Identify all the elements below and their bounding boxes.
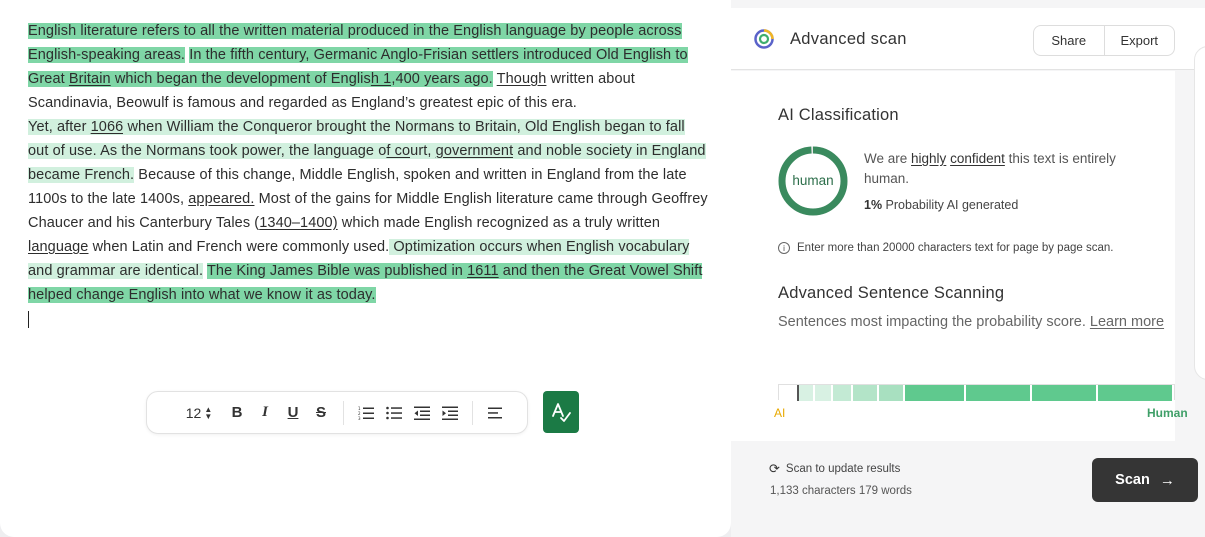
bar-segment[interactable] (799, 385, 815, 401)
align-left-icon (488, 407, 502, 418)
results-card: AI Classification human We are highly co… (731, 71, 1188, 441)
document-text[interactable]: English literature refers to all the wri… (28, 19, 708, 331)
text-run: Yet, after (28, 119, 91, 135)
font-size-select[interactable]: 12 ▲ ▼ (179, 401, 219, 425)
app-logo-icon (754, 29, 774, 49)
learn-more-link[interactable]: Learn more (1090, 314, 1164, 330)
spell-check-icon (552, 403, 571, 422)
spell-check-button[interactable] (543, 391, 579, 433)
text-run: appeared. (188, 191, 255, 207)
scan-panel: Advanced scan Share Export AI Classifica… (731, 0, 1205, 537)
arrow-right-icon: → (1159, 471, 1175, 489)
scan-status: ⟳ Scan to update results (769, 461, 901, 476)
sentence-scanning-title: Advanced Sentence Scanning (778, 284, 1005, 302)
svg-text:3: 3 (358, 416, 361, 420)
text-run: As the Normans took power, the language … (96, 143, 387, 159)
text-run: urt, (410, 143, 436, 159)
ai-probability: 1% Probability AI generated (864, 198, 1019, 212)
refresh-icon: ⟳ (769, 461, 780, 476)
side-drawer-edge (1194, 46, 1205, 380)
info-note: i Enter more than 20000 characters text … (778, 242, 1113, 254)
text-run: 1066 (90, 119, 124, 135)
bold-button[interactable]: B (223, 401, 251, 425)
export-button[interactable]: Export (1103, 26, 1175, 55)
bar-segment[interactable] (905, 385, 966, 401)
outdent-icon (414, 406, 430, 420)
stepper-icon: ▲ ▼ (204, 404, 213, 421)
format-toolbar: 12 ▲ ▼ B I U S 123 (146, 391, 528, 434)
bar-segment[interactable] (853, 385, 879, 401)
bar-segment[interactable] (833, 385, 853, 401)
confident-link[interactable]: confident (950, 151, 1005, 166)
text-run: government (435, 143, 514, 159)
bar-segment[interactable] (966, 385, 1032, 401)
numbered-list-icon: 123 (358, 406, 374, 420)
editor-pane: English literature refers to all the wri… (0, 0, 731, 537)
bar-segment[interactable] (1032, 385, 1098, 401)
align-button[interactable] (481, 401, 509, 425)
text-run: 1340–1400) (259, 215, 338, 231)
character-word-count: 1,133 characters 179 words (770, 485, 912, 497)
bar-label-ai: AI (774, 406, 786, 420)
panel-title: Advanced scan (790, 30, 907, 48)
toolbar-divider (343, 400, 344, 425)
sentence-scanning-subtitle: Sentences most impacting the probability… (778, 314, 1165, 330)
header-actions: Share Export (1033, 25, 1175, 56)
paragraph: English literature refers to all the wri… (28, 19, 708, 115)
cursor-line (28, 307, 708, 331)
ai-classification-title: AI Classification (778, 106, 899, 124)
indent-icon (442, 406, 458, 420)
highly-link[interactable]: highly (911, 151, 946, 166)
text-run: language (28, 239, 89, 255)
bar-segment[interactable] (879, 385, 905, 401)
numbered-list-button[interactable]: 123 (352, 401, 380, 425)
italic-button[interactable]: I (251, 401, 279, 425)
bar-label-human: Human (1147, 406, 1188, 420)
share-button[interactable]: Share (1034, 26, 1104, 55)
strikethrough-button[interactable]: S (307, 401, 335, 425)
verdict-text: We are highly confident this text is ent… (864, 151, 1116, 186)
text-run: f co (386, 143, 411, 159)
paragraph: Yet, after 1066 when William the Conquer… (28, 115, 708, 307)
bar-segment[interactable] (815, 385, 833, 401)
text-run: h 1 (370, 71, 392, 87)
text-run: which began the development of Englis (110, 71, 371, 87)
scan-button[interactable]: Scan → (1092, 458, 1198, 502)
donut-label: human (792, 173, 834, 188)
text-caret (28, 310, 29, 328)
text-run: which made English recognized as a truly… (337, 215, 661, 231)
panel-header: Advanced scan Share Export (731, 8, 1205, 70)
indent-button[interactable] (436, 401, 464, 425)
text-run: Britain (68, 71, 111, 87)
text-run: Though (496, 71, 547, 87)
bullet-list-button[interactable] (380, 401, 408, 425)
underline-button[interactable]: U (279, 401, 307, 425)
toolbar-divider (472, 400, 473, 425)
bullet-list-icon (386, 406, 402, 419)
text-run: ,400 years ago. (391, 71, 493, 87)
text-run: when Latin and French were commonly used… (88, 239, 390, 255)
bar-segment[interactable] (779, 385, 799, 401)
outdent-button[interactable] (408, 401, 436, 425)
sentence-score-bar[interactable] (778, 384, 1175, 401)
info-icon: i (778, 242, 790, 254)
text-run: 1611 (467, 263, 499, 279)
bar-segment[interactable] (1098, 385, 1174, 401)
text-run: The King James Bible was published in (206, 263, 468, 279)
